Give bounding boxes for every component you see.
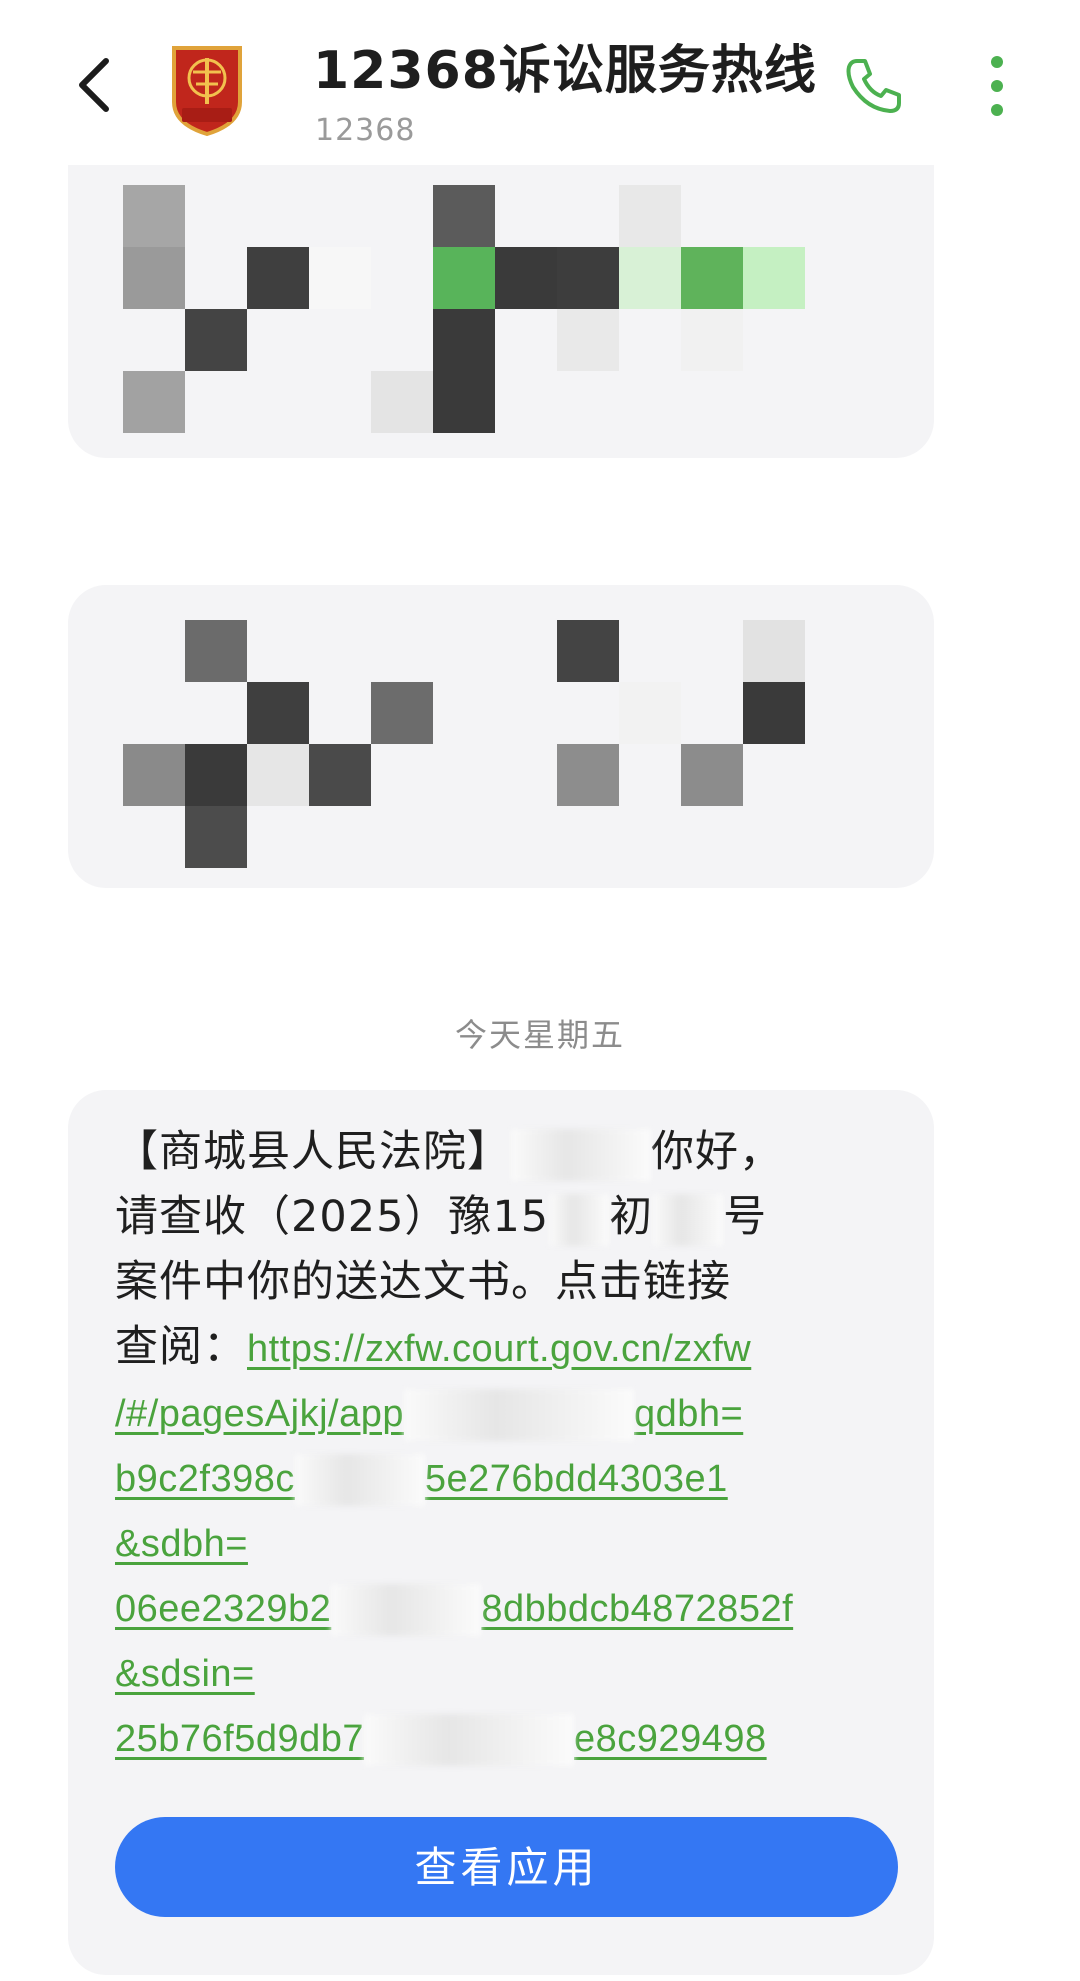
case-suffix: 号 bbox=[723, 1192, 768, 1242]
message-line: /#/pagesAjkj/app qdbh= bbox=[115, 1380, 830, 1445]
redacted-region bbox=[549, 1193, 610, 1246]
case-type: 初 bbox=[609, 1192, 654, 1242]
message-line: 请查收（2025）豫15 初 号 bbox=[115, 1185, 830, 1250]
court-emblem-icon bbox=[172, 46, 242, 137]
message-line: 06ee2329b2 8dbbdcb4872852f bbox=[115, 1575, 830, 1640]
redacted-region bbox=[364, 1713, 575, 1766]
redacted-region bbox=[294, 1453, 425, 1506]
message-line: 25b76f5d9db7 e8c929498 bbox=[115, 1705, 830, 1770]
redacted-region bbox=[653, 1193, 724, 1246]
document-link[interactable]: https://zxfw.court.gov.cn/zxfw bbox=[247, 1328, 751, 1370]
message-line: &sdsin= bbox=[115, 1640, 830, 1705]
more-vertical-icon bbox=[991, 56, 1003, 68]
view-label: 查阅： bbox=[115, 1322, 247, 1372]
redaction-mosaic bbox=[123, 620, 805, 868]
call-button[interactable] bbox=[843, 55, 905, 117]
document-link[interactable]: b9c2f398c bbox=[115, 1458, 295, 1500]
message-line: b9c2f398c 5e276bdd4303e1 bbox=[115, 1445, 830, 1510]
chat-header: 12368诉讼服务热线 12368 bbox=[0, 0, 1080, 165]
chevron-left-icon bbox=[79, 58, 109, 112]
case-number-part: 15 bbox=[492, 1192, 550, 1242]
redacted-region bbox=[331, 1583, 482, 1636]
message-line: 查阅：https://zxfw.court.gov.cn/zxfw bbox=[115, 1315, 830, 1380]
view-app-button[interactable]: 查看应用 bbox=[115, 1817, 898, 1917]
document-link[interactable]: 06ee2329b2 bbox=[115, 1588, 331, 1630]
message-line: 案件中你的送达文书。点击链接 bbox=[115, 1257, 731, 1307]
redacted-region bbox=[511, 1128, 651, 1181]
document-link[interactable]: 8dbbdcb4872852f bbox=[481, 1588, 793, 1630]
document-link[interactable]: 5e276bdd4303e1 bbox=[425, 1458, 728, 1500]
more-vertical-icon bbox=[991, 104, 1003, 116]
more-vertical-icon bbox=[991, 80, 1003, 92]
court-name: 【商城县人民法院】 bbox=[115, 1127, 511, 1177]
back-button[interactable] bbox=[70, 55, 120, 115]
contact-title: 12368诉讼服务热线 bbox=[313, 41, 817, 101]
date-separator: 今天星期五 bbox=[454, 1016, 625, 1054]
case-prefix: 请查收（2025）豫 bbox=[115, 1192, 493, 1242]
redaction-mosaic bbox=[123, 185, 805, 433]
document-link[interactable]: qdbh= bbox=[634, 1393, 743, 1435]
document-link[interactable]: e8c929498 bbox=[574, 1718, 767, 1760]
message-line: 【商城县人民法院】 你好， bbox=[115, 1120, 830, 1185]
contact-number: 12368 bbox=[315, 113, 416, 148]
message-body: 【商城县人民法院】 你好， 请查收（2025）豫15 初 号 案件中你的送达文书。点击… bbox=[115, 1120, 830, 1770]
document-link[interactable]: &sdsin= bbox=[115, 1653, 255, 1695]
message-bubble-redacted-1[interactable] bbox=[68, 120, 934, 458]
document-link[interactable]: 25b76f5d9db7 bbox=[115, 1718, 364, 1760]
document-link[interactable]: &sdbh= bbox=[115, 1523, 248, 1565]
message-bubble-redacted-2[interactable] bbox=[68, 585, 934, 888]
more-options-button[interactable] bbox=[985, 52, 1009, 120]
greeting-text: 你好， bbox=[651, 1127, 783, 1177]
redacted-region bbox=[403, 1388, 634, 1441]
document-link[interactable]: /#/pagesAjkj/app bbox=[115, 1393, 404, 1435]
message-line: &sdbh= bbox=[115, 1510, 830, 1575]
contact-avatar[interactable] bbox=[168, 44, 246, 137]
phone-icon bbox=[846, 59, 901, 113]
